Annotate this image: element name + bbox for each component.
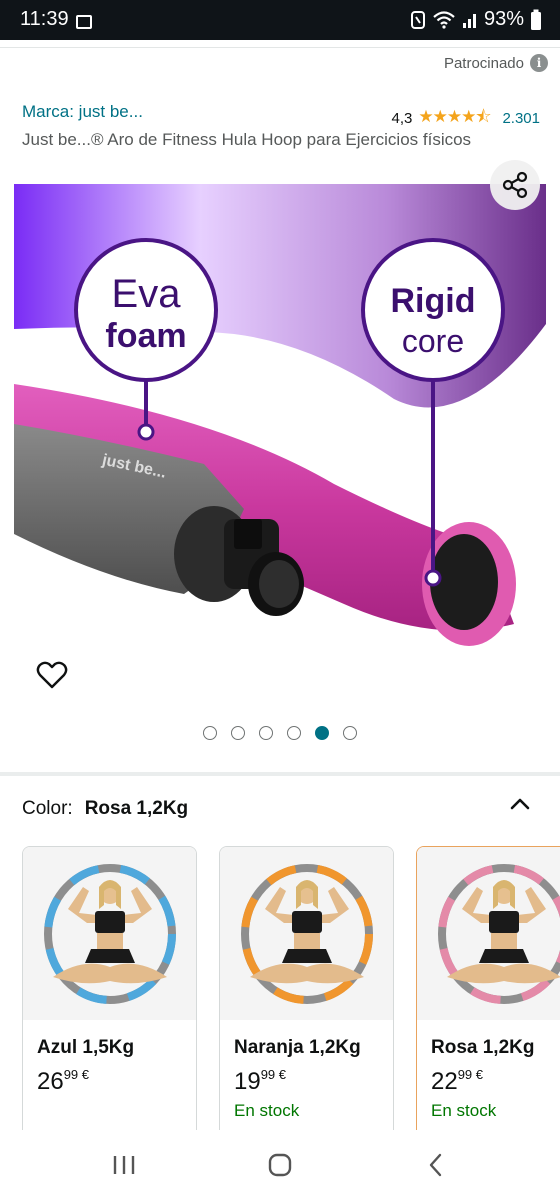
price-whole: 26: [37, 1068, 64, 1095]
carousel-dot[interactable]: [287, 726, 301, 740]
battery-percent: 93%: [483, 8, 524, 30]
gallery-icon: [76, 15, 92, 29]
price-whole: 19: [234, 1068, 261, 1095]
stock-status: En stock: [431, 1101, 497, 1120]
color-label: Color:: [22, 798, 73, 819]
brand-link[interactable]: Marca: just be...: [22, 102, 143, 122]
variant-name: Naranja 1,2Kg: [234, 1037, 361, 1058]
home-icon: [268, 1153, 292, 1177]
carousel-dot[interactable]: [259, 726, 273, 740]
rating-count[interactable]: 2.301: [502, 110, 540, 127]
carousel-indicator: [0, 726, 560, 740]
variant-price: 2699 €: [37, 1067, 89, 1096]
callout-foam: foam: [105, 317, 186, 355]
product-page: 11:39 93% Patrocinado i Marca: just be..…: [0, 0, 560, 1200]
system-nav-bar: [0, 1130, 560, 1200]
home-button[interactable]: [260, 1150, 300, 1180]
battery-icon: [531, 9, 541, 30]
share-button[interactable]: [490, 160, 540, 210]
sponsored-text: Patrocinado: [443, 54, 524, 72]
carousel-dot[interactable]: [343, 726, 357, 740]
recent-apps-icon: [113, 1156, 135, 1174]
heart-icon: [36, 661, 68, 689]
carousel-dot[interactable]: [231, 726, 245, 740]
callout-eva: Eva: [112, 272, 182, 316]
product-title[interactable]: Just be...® Aro de Fitness Hula Hoop par…: [22, 130, 471, 150]
info-icon[interactable]: i: [530, 54, 548, 72]
star-rating-icon: ★★★★⯪: [418, 107, 491, 126]
product-image-art: just be... Eva foam Rigid core: [14, 184, 546, 646]
color-value: Rosa 1,2Kg: [84, 798, 189, 819]
variant-price: 2299 €: [431, 1067, 483, 1096]
price-fraction: 99 €: [260, 1067, 287, 1082]
product-image[interactable]: just be... Eva foam Rigid core: [14, 184, 546, 660]
callout-rigid: Rigid: [391, 282, 476, 320]
back-icon: [429, 1153, 442, 1177]
variant-card[interactable]: Naranja 1,2Kg 1999 € En stock: [219, 846, 394, 1130]
color-selector[interactable]: Color: Rosa 1,2Kg: [22, 798, 188, 820]
price-fraction: 99 €: [63, 1067, 90, 1082]
price-fraction: 99 €: [457, 1067, 484, 1082]
variant-image: [417, 847, 560, 1020]
share-icon: [502, 171, 528, 199]
wifi-icon: [433, 10, 455, 29]
chevron-up-icon[interactable]: [508, 792, 532, 816]
wishlist-button[interactable]: [32, 655, 72, 695]
status-time: 11:39: [20, 8, 69, 30]
carousel-dot[interactable]: [203, 726, 217, 740]
variant-name: Rosa 1,2Kg: [431, 1037, 535, 1058]
variant-card[interactable]: Azul 1,5Kg 2699 €: [22, 846, 197, 1130]
section-divider: [0, 772, 560, 776]
variant-name: Azul 1,5Kg: [37, 1037, 135, 1058]
header-edge: [0, 40, 560, 48]
variant-image: [220, 847, 393, 1020]
variant-list: Azul 1,5Kg 2699 € Naranja 1,2Kg 1999 € En st…: [22, 846, 560, 1130]
variant-image: [23, 847, 196, 1020]
sponsored-label[interactable]: Patrocinado i: [444, 54, 548, 72]
price-whole: 22: [431, 1068, 458, 1095]
back-button[interactable]: [416, 1150, 456, 1180]
status-bar: 11:39 93%: [0, 0, 560, 40]
signal-icon: [462, 13, 476, 28]
variant-card[interactable]: Rosa 1,2Kg 2299 € En stock: [416, 846, 560, 1130]
rating-summary[interactable]: 4,3 ★★★★⯪ 2.301: [392, 104, 540, 133]
status-icons: 93%: [410, 8, 542, 31]
nfc-icon: [410, 10, 425, 29]
variant-price: 1999 €: [234, 1067, 286, 1096]
recent-apps-button[interactable]: [104, 1150, 144, 1180]
rating-value: 4,3: [391, 110, 413, 127]
carousel-dot[interactable]: [315, 726, 329, 740]
stock-status: En stock: [234, 1101, 300, 1120]
callout-core: core: [402, 323, 464, 359]
